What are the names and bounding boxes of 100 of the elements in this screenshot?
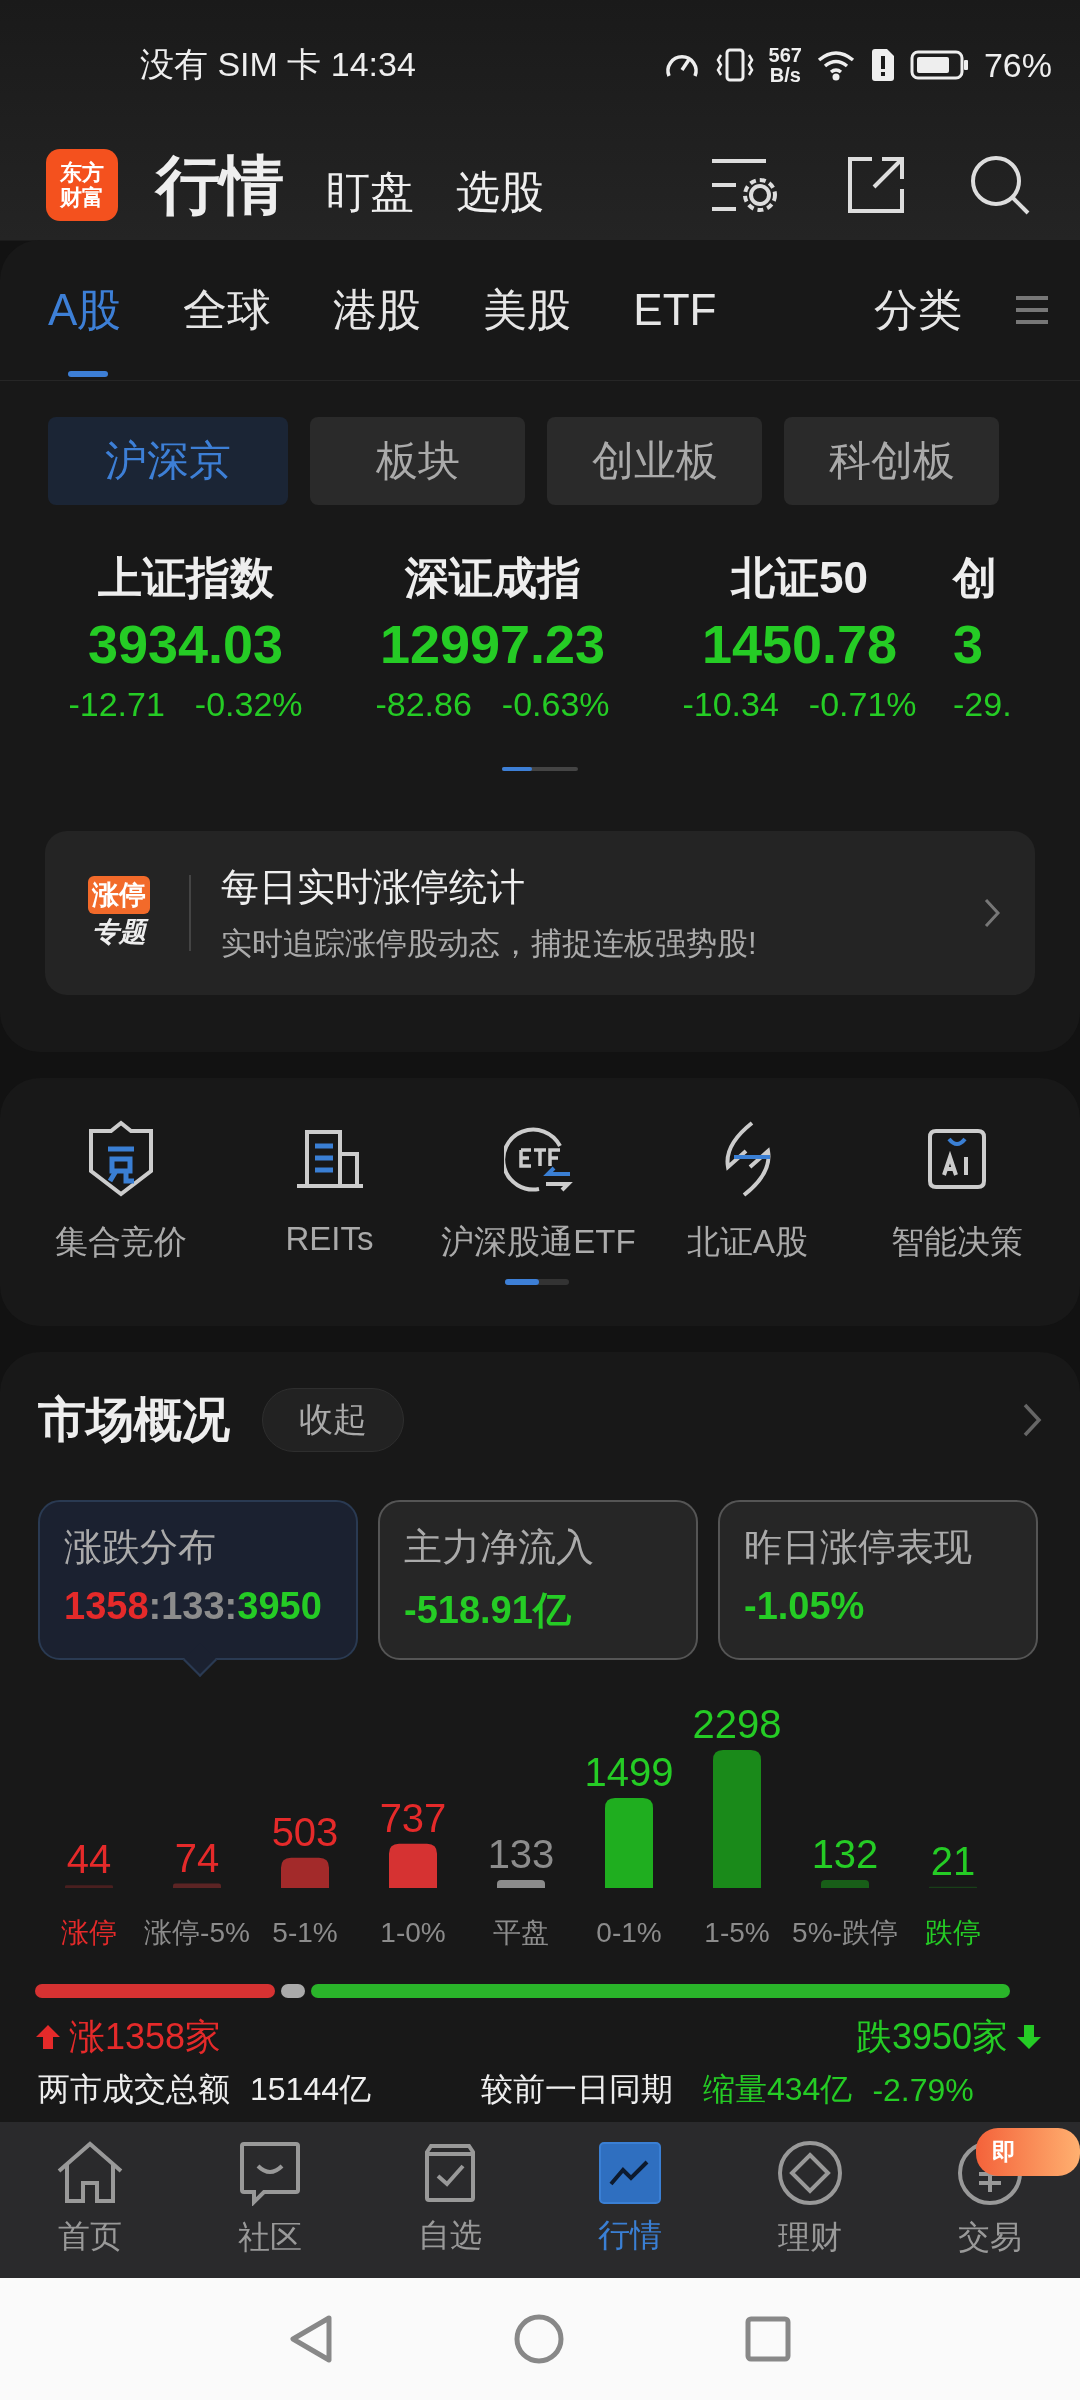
home-button-icon[interactable]: [513, 2313, 565, 2365]
logo-text: 东方: [60, 160, 104, 185]
market-tab[interactable]: ETF: [633, 275, 717, 345]
shortcut-item[interactable]: REITs: [225, 1120, 434, 1265]
market-tab[interactable]: A股: [48, 275, 122, 345]
market-tab[interactable]: 全球: [183, 275, 272, 345]
index-name: 上证指数: [97, 552, 274, 604]
recents-icon[interactable]: [745, 2316, 791, 2362]
index-value: 1450.78: [701, 613, 898, 676]
bar-value: 1499: [584, 1750, 674, 1795]
arrow-down-icon: [1016, 2023, 1042, 2051]
index-name: 创: [953, 552, 997, 604]
turnover-value: 15144亿: [250, 2070, 371, 2109]
compare-label: 较前一日同期: [481, 2070, 673, 2109]
segment-tab[interactable]: 板块: [310, 417, 525, 505]
vibrate-icon: [714, 47, 755, 83]
turnover-label: 两市成交总额: [38, 2070, 230, 2109]
battery-icon: [909, 49, 970, 81]
index-change: -10.34: [682, 684, 779, 725]
nav-tab[interactable]: 社区: [180, 2122, 360, 2278]
index-name: 北证50: [731, 552, 868, 604]
index-value: 3: [953, 613, 984, 676]
banner-title: 每日实时涨停统计: [221, 864, 526, 910]
shortcut-item[interactable]: 沪深股通ETF: [434, 1120, 643, 1265]
shortcut-item[interactable]: 集合竞价: [16, 1120, 225, 1265]
bar-category: 1-5%: [704, 1917, 770, 1948]
chat-icon: [238, 2140, 302, 2206]
stat-card[interactable]: 主力净流入 -518.91亿: [378, 1500, 698, 1660]
flat-bar: [281, 1984, 305, 1998]
index-name: 深证成指: [404, 552, 581, 604]
bar-value: 2298: [692, 1702, 782, 1747]
status-time: 没有 SIM 卡 14:34: [140, 44, 416, 85]
shortcut-label: 沪深股通ETF: [441, 1222, 636, 1262]
bar-category: 5%-跌停: [792, 1917, 898, 1948]
search-icon[interactable]: [968, 153, 1032, 217]
collapse-button[interactable]: 收起: [262, 1388, 404, 1452]
bar-category: 0-1%: [596, 1917, 662, 1948]
index-change: -29.: [953, 684, 1012, 725]
promo-banner[interactable]: 涨停 专题 每日实时涨停统计 实时追踪涨停股动态，捕捉连板强势股!: [45, 831, 1035, 995]
chevron-right-icon[interactable]: [1022, 1402, 1042, 1438]
shortcut-label: 智能决策: [890, 1222, 1023, 1262]
bar-category: 跌停: [925, 1917, 981, 1948]
bar-category: 涨停-5%: [144, 1917, 250, 1948]
segment-tab[interactable]: 科创板: [784, 417, 999, 505]
segment-tab[interactable]: 沪深京: [48, 417, 288, 505]
share-icon[interactable]: [846, 155, 906, 215]
category-tab[interactable]: 分类: [874, 275, 962, 345]
rising-count: 涨1358家: [69, 2014, 222, 2059]
index-card[interactable]: 上证指数 3934.03 -12.71 -0.32%: [32, 547, 339, 743]
bar-value: 737: [379, 1795, 447, 1840]
header-tab[interactable]: 行情: [156, 141, 284, 229]
nav-tab[interactable]: 行情: [540, 2122, 720, 2278]
wifi-icon: [815, 49, 856, 81]
promo-badge: 即: [976, 2128, 1080, 2176]
volume-change: 缩量434亿: [703, 2070, 853, 2109]
header-tab[interactable]: 选股: [456, 162, 544, 222]
segment-tab[interactable]: 创业板: [547, 417, 762, 505]
badge-text: 涨停: [88, 876, 150, 914]
market-tab[interactable]: 港股: [333, 275, 422, 345]
index-change: -12.71: [68, 684, 165, 725]
volume-percent: -2.79%: [872, 2071, 974, 2109]
battery-percent: 76%: [983, 45, 1052, 85]
shortcut-label: REITs: [285, 1220, 374, 1258]
falling-count: 跌3950家: [855, 2014, 1008, 2059]
index-card[interactable]: 北证50 1450.78 -10.34 -0.71%: [646, 547, 953, 743]
bar-category: 涨停: [61, 1917, 117, 1948]
index-card[interactable]: 深证成指 12997.23 -82.86 -0.63%: [339, 547, 646, 743]
bar-value: 74: [174, 1835, 220, 1880]
chart-icon: [599, 2142, 661, 2204]
chevron-right-icon: [983, 897, 1001, 929]
banner-subtitle: 实时追踪涨停股动态，捕捉连板强势股!: [221, 924, 758, 963]
shortcut-item[interactable]: 北证A股: [643, 1120, 852, 1265]
stat-card[interactable]: 昨日涨停表现 -1.05%: [718, 1500, 1038, 1660]
home-icon: [55, 2141, 125, 2205]
nav-tab[interactable]: 自选: [360, 2122, 540, 2278]
tab-indicator: [68, 371, 108, 377]
network-speed: 567: [768, 45, 802, 65]
index-percent: -0.63%: [501, 684, 610, 725]
nav-tab[interactable]: 理财: [720, 2122, 900, 2278]
shortcut-label: 集合竞价: [54, 1222, 187, 1262]
section-title: 市场概况: [38, 1392, 230, 1448]
bar-category: 1-0%: [380, 1917, 446, 1948]
bar-value: 133: [487, 1832, 555, 1876]
bar-category: 5-1%: [272, 1917, 338, 1948]
bar-value: 132: [811, 1832, 879, 1877]
logo-text: 财富: [60, 185, 104, 210]
bar-value: 21: [930, 1838, 976, 1883]
bar-category: 平盘: [493, 1917, 549, 1948]
index-value: 3934.03: [87, 613, 284, 676]
speed-unit: B/s: [769, 65, 801, 85]
scroll-indicator: [505, 1279, 569, 1285]
nav-tab[interactable]: 首页: [0, 2122, 180, 2278]
header-tab[interactable]: 盯盘: [326, 162, 414, 222]
index-card[interactable]: 创 3 -29.: [953, 547, 1063, 743]
shortcut-item[interactable]: 智能决策: [852, 1120, 1061, 1265]
menu-icon[interactable]: [1014, 295, 1050, 325]
back-icon[interactable]: [289, 2314, 333, 2364]
market-tab[interactable]: 美股: [483, 275, 572, 345]
bar-value: 503: [271, 1809, 339, 1854]
shortcut-label: 北证A股: [687, 1222, 808, 1262]
